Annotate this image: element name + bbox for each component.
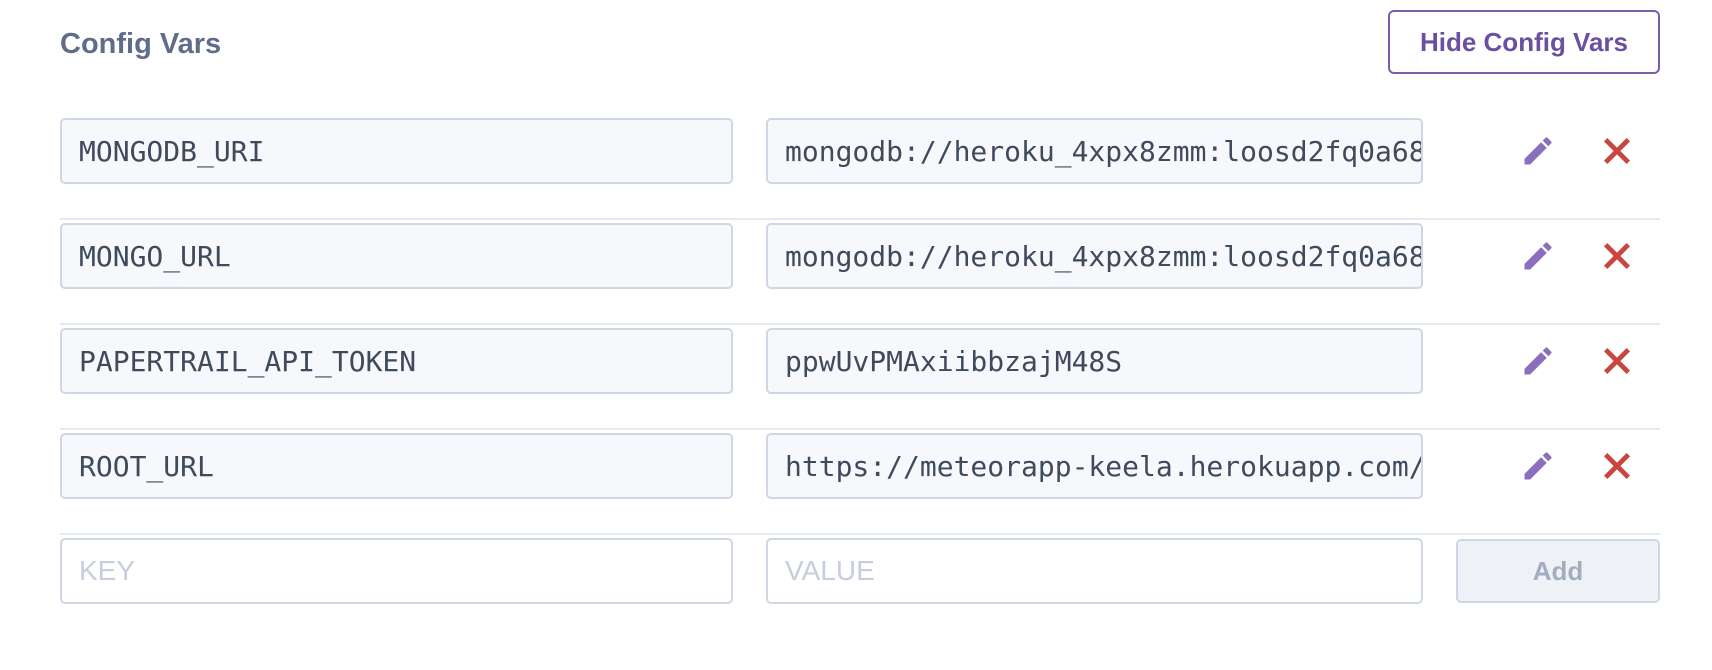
x-icon[interactable]: [1600, 344, 1634, 378]
x-icon[interactable]: [1600, 239, 1634, 273]
config-var-row: PAPERTRAIL_API_TOKEN ppwUvPMAxiibbzajM48…: [60, 325, 1660, 430]
x-icon[interactable]: [1600, 449, 1634, 483]
new-value-input[interactable]: VALUE: [766, 538, 1423, 604]
pencil-icon[interactable]: [1520, 133, 1556, 169]
x-icon[interactable]: [1600, 134, 1634, 168]
config-var-row: ROOT_URL https://meteorapp-keela.herokua…: [60, 430, 1660, 535]
config-var-row: MONGO_URL mongodb://heroku_4xpx8zmm:loos…: [60, 220, 1660, 325]
new-config-var-row: KEY VALUE Add: [60, 535, 1660, 635]
pencil-icon[interactable]: [1520, 448, 1556, 484]
config-var-value-field[interactable]: mongodb://heroku_4xpx8zmm:loosd2fq0a68: [766, 223, 1423, 289]
config-var-key-field[interactable]: MONGO_URL: [60, 223, 733, 289]
config-var-value-field[interactable]: mongodb://heroku_4xpx8zmm:loosd2fq0a68: [766, 118, 1423, 184]
config-var-key-field[interactable]: MONGODB_URI: [60, 118, 733, 184]
config-var-value-field[interactable]: ppwUvPMAxiibbzajM48S: [766, 328, 1423, 394]
config-vars-list: MONGODB_URI mongodb://heroku_4xpx8zmm:lo…: [60, 115, 1660, 635]
config-var-row: MONGODB_URI mongodb://heroku_4xpx8zmm:lo…: [60, 115, 1660, 220]
hide-config-vars-button[interactable]: Hide Config Vars: [1388, 10, 1660, 74]
add-button[interactable]: Add: [1456, 539, 1660, 603]
pencil-icon[interactable]: [1520, 343, 1556, 379]
config-var-value-field[interactable]: https://meteorapp-keela.herokuapp.com/: [766, 433, 1423, 499]
pencil-icon[interactable]: [1520, 238, 1556, 274]
new-key-input[interactable]: KEY: [60, 538, 733, 604]
section-title: Config Vars: [60, 28, 222, 60]
config-var-key-field[interactable]: PAPERTRAIL_API_TOKEN: [60, 328, 733, 394]
config-vars-header: Config Vars Hide Config Vars: [60, 10, 1660, 76]
config-var-key-field[interactable]: ROOT_URL: [60, 433, 733, 499]
